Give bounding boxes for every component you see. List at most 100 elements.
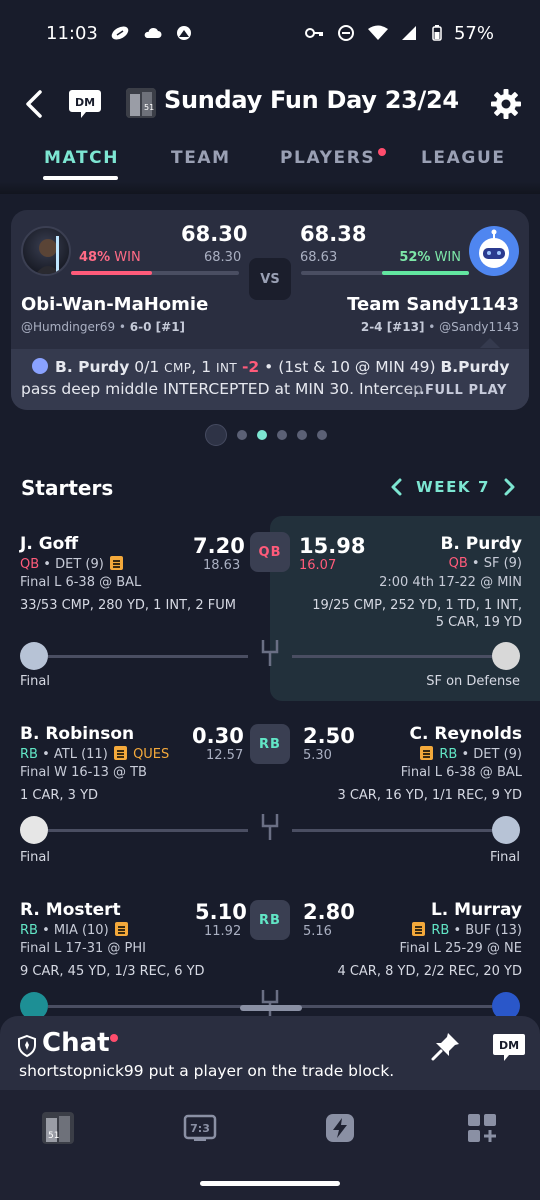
back-arrow-icon[interactable] bbox=[18, 84, 54, 124]
news-note-icon[interactable] bbox=[420, 746, 434, 760]
left-team-handle: @Humdinger69 bbox=[21, 320, 116, 334]
gesture-home-bar[interactable] bbox=[200, 1181, 340, 1186]
chat-panel[interactable]: Chat shortstopnick99 put a player on the… bbox=[0, 1005, 540, 1090]
left-player-projected: 12.57 bbox=[206, 748, 244, 763]
right-player-name[interactable]: B. Purdy bbox=[440, 534, 522, 554]
right-team-name[interactable]: Team Sandy1143 bbox=[347, 294, 519, 315]
chat-latest-message[interactable]: shortstopnick99 put a player on the trad… bbox=[19, 1062, 394, 1080]
left-player-stats: 9 CAR, 45 YD, 1/3 REC, 6 YD bbox=[20, 964, 205, 979]
live-play-feed[interactable]: B. Purdy 0/1 CMP, 1 INT -2 • (1st & 10 @… bbox=[11, 349, 529, 410]
field-line-left bbox=[48, 1005, 248, 1008]
settings-gear-icon[interactable] bbox=[490, 88, 522, 120]
right-win-bar-fill bbox=[381, 271, 469, 275]
nfl-logo-icon[interactable] bbox=[205, 424, 227, 446]
left-player-points: 7.20 bbox=[193, 534, 245, 558]
left-player-name[interactable]: R. Mostert bbox=[20, 900, 121, 920]
starter-row-rb[interactable]: B. Robinson RB • ATL (11) QUES Final W 1… bbox=[0, 708, 540, 878]
chat-dm-label: DM bbox=[499, 1039, 519, 1052]
left-game-status: Final bbox=[20, 850, 50, 865]
tab-match[interactable]: MATCH bbox=[44, 148, 119, 168]
status-time: 11:03 bbox=[46, 22, 98, 44]
news-note-icon[interactable] bbox=[114, 922, 128, 936]
right-player-game: 2:00 4th 17-22 @ MIN bbox=[379, 575, 522, 590]
news-note-icon[interactable] bbox=[113, 746, 127, 760]
news-note-icon[interactable] bbox=[109, 556, 123, 570]
left-team-avatar[interactable] bbox=[21, 226, 71, 276]
chat-drag-handle[interactable] bbox=[240, 1005, 302, 1011]
scoreboard-icon: 7:3 bbox=[183, 1114, 217, 1141]
pager-dot[interactable] bbox=[237, 430, 247, 440]
matchup-card[interactable]: 48% WIN 68.30 68.30 VS 68.38 68.63 52% W… bbox=[11, 210, 529, 410]
main-tabs: MATCH TEAM PLAYERS LEAGUE bbox=[0, 142, 540, 186]
left-player-meta: RB • MIA (10) bbox=[20, 922, 130, 938]
right-team-projected: 68.63 bbox=[300, 250, 338, 265]
previous-week-icon[interactable] bbox=[388, 476, 406, 498]
tab-players[interactable]: PLAYERS bbox=[280, 148, 387, 168]
left-player-pos: QB bbox=[20, 557, 40, 572]
left-player-team: DET (9) bbox=[55, 557, 104, 572]
signal-icon bbox=[401, 26, 416, 40]
tab-players-label: PLAYERS bbox=[280, 148, 376, 168]
field-line-right bbox=[292, 829, 492, 832]
chat-dm-button[interactable]: DM bbox=[492, 1032, 526, 1062]
left-player-name[interactable]: J. Goff bbox=[20, 534, 78, 554]
left-team-name[interactable]: Obi-Wan-MaHomie bbox=[21, 294, 208, 315]
right-win-label: WIN bbox=[434, 250, 461, 265]
feed-pointer bbox=[480, 338, 500, 348]
left-team-projected: 68.30 bbox=[204, 250, 242, 265]
tab-team[interactable]: TEAM bbox=[171, 148, 231, 168]
nav-scoreboard[interactable]: 7:3 bbox=[182, 1110, 218, 1146]
news-note-icon[interactable] bbox=[412, 922, 426, 936]
tab-league[interactable]: LEAGUE bbox=[421, 148, 506, 168]
left-player-pos: RB bbox=[20, 747, 38, 762]
battery-icon bbox=[432, 25, 442, 41]
goalpost-icon bbox=[261, 990, 279, 1016]
feed-player-2: B.Purdy bbox=[440, 358, 510, 376]
do-not-disturb-icon bbox=[337, 25, 354, 41]
left-player-points: 0.30 bbox=[192, 724, 244, 748]
next-week-icon[interactable] bbox=[500, 476, 518, 498]
feed-line-1: B. Purdy 0/1 CMP, 1 INT -2 • (1st & 10 @… bbox=[32, 357, 519, 379]
starter-row-qb[interactable]: J. Goff QB • DET (9) Final L 6-38 @ BAL … bbox=[0, 516, 540, 701]
right-player-pos: RB bbox=[431, 923, 450, 938]
pager-dot[interactable] bbox=[277, 430, 287, 440]
position-badge: QB bbox=[250, 532, 290, 572]
key-icon bbox=[304, 28, 323, 38]
left-player-name[interactable]: B. Robinson bbox=[20, 724, 134, 744]
svg-text:51: 51 bbox=[48, 1131, 59, 1141]
left-player-team: ATL (11) bbox=[53, 747, 108, 762]
starter-row-rb-2[interactable]: R. Mostert RB • MIA (10) Final L 17-31 @… bbox=[0, 884, 540, 1020]
right-player-pos: QB bbox=[448, 556, 468, 571]
league-title[interactable]: Sunday Fun Day 23/24 bbox=[164, 86, 459, 114]
right-player-projected: 5.30 bbox=[303, 748, 332, 763]
direct-messages-button[interactable]: DM bbox=[68, 86, 102, 120]
right-team-avatar[interactable] bbox=[469, 226, 519, 276]
full-play-link[interactable]: ...FULL PLAY bbox=[408, 383, 507, 398]
right-player-name[interactable]: L. Murray bbox=[431, 900, 522, 920]
chat-title[interactable]: Chat bbox=[42, 1028, 110, 1058]
right-player-stats: 19/25 CMP, 252 YD, 1 TD, 1 INT, bbox=[312, 598, 522, 613]
pin-icon[interactable] bbox=[430, 1030, 462, 1062]
left-win-probability: 48% WIN bbox=[79, 250, 141, 265]
nav-league-home[interactable]: 51 bbox=[40, 1110, 76, 1146]
dm-bubble-icon: DM bbox=[493, 1034, 525, 1061]
nav-more[interactable] bbox=[464, 1110, 500, 1146]
apps-grid-icon bbox=[468, 1114, 496, 1142]
wifi-icon bbox=[367, 25, 388, 40]
injury-tag: QUES bbox=[133, 747, 170, 762]
week-selector: WEEK 7 bbox=[388, 476, 518, 498]
app-header: DM 51 Sunday Fun Day 23/24 bbox=[0, 76, 540, 132]
left-win-pct: 48% bbox=[79, 250, 111, 265]
right-player-points: 15.98 bbox=[299, 534, 366, 558]
left-player-projected: 18.63 bbox=[203, 558, 241, 573]
feed-stat: 0/1 bbox=[134, 358, 160, 376]
right-player-stats-2: 5 CAR, 19 YD bbox=[435, 615, 522, 630]
pager-dot[interactable] bbox=[317, 430, 327, 440]
right-player-name[interactable]: C. Reynolds bbox=[410, 724, 522, 744]
dm-label: DM bbox=[75, 96, 95, 109]
pager-dot[interactable] bbox=[297, 430, 307, 440]
chat-notification-dot bbox=[110, 1034, 118, 1042]
nav-live-feed[interactable] bbox=[322, 1110, 358, 1146]
right-player-points: 2.50 bbox=[303, 724, 355, 748]
pager-dot-active[interactable] bbox=[257, 430, 267, 440]
